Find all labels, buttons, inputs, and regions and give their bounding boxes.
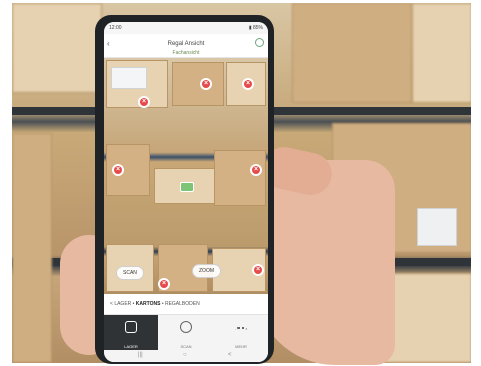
box <box>106 60 168 108</box>
background-box <box>292 3 412 103</box>
status-battery: ▮ 85% <box>248 25 263 31</box>
breadcrumb: < LAGER • KARTONS • REGALBODEN <box>104 294 268 314</box>
bottom-tab-bar: LAGER SCAN MEHR <box>104 314 268 351</box>
check-icon[interactable] <box>180 182 194 192</box>
box-label <box>111 67 147 89</box>
breadcrumb-item[interactable]: LAGER <box>114 301 131 307</box>
tab-lager[interactable]: LAGER <box>104 315 158 351</box>
zoom-pill[interactable]: ZOOM <box>192 264 221 278</box>
box <box>214 150 266 206</box>
marker-icon[interactable]: × <box>200 78 212 90</box>
marker-icon[interactable]: × <box>252 264 264 276</box>
breadcrumb-item-current[interactable]: KARTONS <box>136 301 161 307</box>
marker-icon[interactable]: × <box>242 78 254 90</box>
status-bar: 12:00 ▮ 85% <box>104 22 268 34</box>
scan-pill[interactable]: SCAN <box>116 266 144 280</box>
background-box <box>412 3 471 103</box>
camera-view[interactable]: × × × × × SCAN ZOOM × × <box>104 58 268 294</box>
tab-label: MEHR <box>235 344 247 349</box>
marker-icon[interactable]: × <box>112 164 124 176</box>
back-icon[interactable]: < <box>228 352 232 358</box>
barcode-label <box>417 208 457 246</box>
phone-screen: 12:00 ▮ 85% ‹ Regal Ansicht Fachansicht … <box>104 22 268 362</box>
breadcrumb-item[interactable]: REGALBODEN <box>165 301 200 307</box>
app-bar: ‹ Regal Ansicht Fachansicht <box>104 34 268 58</box>
app-title: Regal Ansicht <box>167 41 205 47</box>
tab-label: SCAN <box>180 344 192 349</box>
home-icon[interactable]: ○ <box>183 352 187 358</box>
settings-circle-icon[interactable] <box>255 38 264 47</box>
system-nav-bar: ||| ○ < <box>104 350 268 362</box>
box-icon <box>125 321 137 333</box>
marker-icon[interactable]: × <box>250 164 262 176</box>
more-icon <box>235 327 247 333</box>
box <box>172 62 224 106</box>
hand <box>255 160 395 365</box>
app-subtitle: Fachansicht <box>172 50 200 56</box>
background-box <box>12 3 102 93</box>
tab-mehr[interactable]: MEHR <box>214 315 268 351</box>
background-box <box>12 133 52 363</box>
marker-icon[interactable]: × <box>158 278 170 290</box>
recents-icon[interactable]: ||| <box>138 352 143 358</box>
marker-icon[interactable]: × <box>138 96 150 108</box>
camera-icon <box>180 321 192 333</box>
tab-label: LAGER <box>124 344 138 349</box>
tab-scan[interactable]: SCAN <box>159 315 213 351</box>
status-time: 12:00 <box>109 25 122 31</box>
